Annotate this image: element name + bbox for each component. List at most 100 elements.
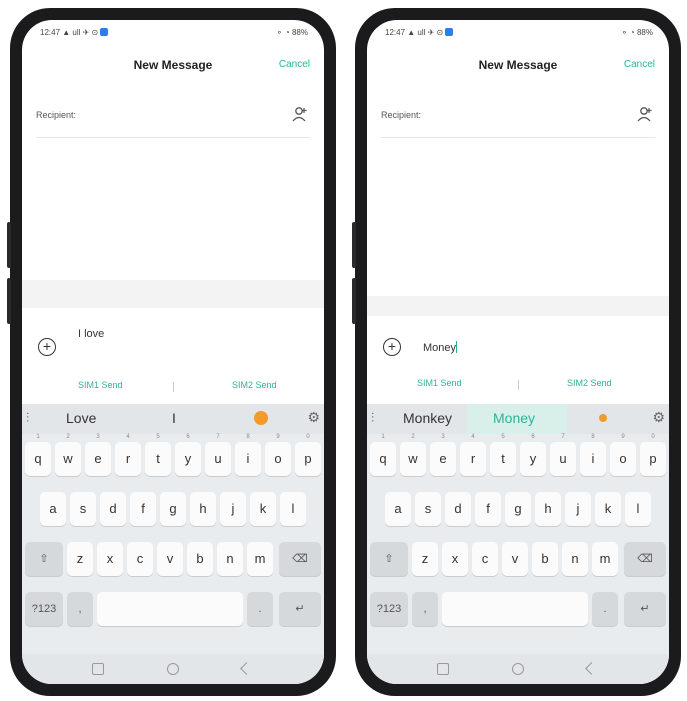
- comma-key[interactable]: ,: [67, 592, 93, 626]
- key[interactable]: 4r: [115, 434, 141, 476]
- key[interactable]: x: [97, 542, 123, 576]
- key[interactable]: 0p: [640, 434, 666, 476]
- contact-add-icon[interactable]: [637, 106, 653, 124]
- sim2-send-button[interactable]: SIM2 Send: [232, 380, 277, 390]
- key[interactable]: 2w: [400, 434, 426, 476]
- delete-key[interactable]: ⌫: [624, 542, 666, 576]
- volume-button: [352, 278, 356, 324]
- key[interactable]: z: [67, 542, 93, 576]
- key[interactable]: x: [442, 542, 468, 576]
- cancel-button[interactable]: Cancel: [279, 59, 310, 70]
- key[interactable]: 7u: [550, 434, 576, 476]
- space-key[interactable]: [97, 592, 243, 626]
- numbers-key[interactable]: ?123: [25, 592, 63, 626]
- back-icon[interactable]: [240, 662, 253, 675]
- shift-key[interactable]: ⇧: [25, 542, 63, 576]
- key[interactable]: 6y: [175, 434, 201, 476]
- key[interactable]: 8i: [580, 434, 606, 476]
- message-input[interactable]: Money: [423, 341, 458, 354]
- key[interactable]: b: [532, 542, 558, 576]
- key[interactable]: z: [412, 542, 438, 576]
- emoji-icon[interactable]: [599, 414, 607, 422]
- keyboard-handle-icon[interactable]: ⫶: [26, 410, 29, 426]
- key[interactable]: 1q: [370, 434, 396, 476]
- key[interactable]: 6y: [520, 434, 546, 476]
- key[interactable]: b: [187, 542, 213, 576]
- key[interactable]: v: [157, 542, 183, 576]
- recents-icon[interactable]: [437, 663, 449, 675]
- key[interactable]: 3e: [85, 434, 111, 476]
- key[interactable]: 5t: [490, 434, 516, 476]
- key[interactable]: d: [100, 492, 126, 526]
- key[interactable]: l: [625, 492, 651, 526]
- key[interactable]: 3e: [430, 434, 456, 476]
- suggestion-word[interactable]: I: [172, 410, 176, 426]
- key[interactable]: l: [280, 492, 306, 526]
- message-input[interactable]: I love: [78, 328, 104, 340]
- key[interactable]: h: [190, 492, 216, 526]
- period-key[interactable]: .: [247, 592, 273, 626]
- key[interactable]: c: [127, 542, 153, 576]
- emoji-icon[interactable]: [254, 411, 268, 425]
- settings-icon[interactable]: ⚙: [307, 409, 320, 426]
- key[interactable]: g: [160, 492, 186, 526]
- key[interactable]: h: [535, 492, 561, 526]
- key[interactable]: j: [565, 492, 591, 526]
- sim1-send-button[interactable]: SIM1 Send: [417, 378, 462, 388]
- key[interactable]: v: [502, 542, 528, 576]
- key[interactable]: 0p: [295, 434, 321, 476]
- key[interactable]: s: [415, 492, 441, 526]
- recipient-field[interactable]: Recipient:: [36, 106, 310, 138]
- key[interactable]: s: [70, 492, 96, 526]
- compose-bar: + Money: [367, 326, 669, 376]
- contact-add-icon[interactable]: [292, 106, 308, 124]
- attach-plus-icon[interactable]: +: [38, 338, 56, 356]
- enter-key[interactable]: ↵: [624, 592, 666, 626]
- suggestion-bar: ⫶ Love I ⚙: [22, 404, 324, 434]
- suggestion-word-highlighted[interactable]: Money: [493, 410, 535, 426]
- key[interactable]: m: [592, 542, 618, 576]
- key[interactable]: 8i: [235, 434, 261, 476]
- back-icon[interactable]: [585, 662, 598, 675]
- sim1-send-button[interactable]: SIM1 Send: [78, 380, 123, 390]
- key[interactable]: n: [562, 542, 588, 576]
- key[interactable]: 4r: [460, 434, 486, 476]
- key[interactable]: 1q: [25, 434, 51, 476]
- sim2-send-button[interactable]: SIM2 Send: [567, 378, 612, 388]
- key[interactable]: c: [472, 542, 498, 576]
- numbers-key[interactable]: ?123: [370, 592, 408, 626]
- space-key[interactable]: [442, 592, 588, 626]
- key[interactable]: 9o: [265, 434, 291, 476]
- key[interactable]: k: [250, 492, 276, 526]
- key[interactable]: 7u: [205, 434, 231, 476]
- enter-key[interactable]: ↵: [279, 592, 321, 626]
- key[interactable]: k: [595, 492, 621, 526]
- delete-key[interactable]: ⌫: [279, 542, 321, 576]
- key[interactable]: a: [40, 492, 66, 526]
- home-icon[interactable]: [167, 663, 179, 675]
- key[interactable]: j: [220, 492, 246, 526]
- key[interactable]: f: [130, 492, 156, 526]
- key[interactable]: 9o: [610, 434, 636, 476]
- settings-icon[interactable]: ⚙: [652, 409, 665, 426]
- suggestion-word[interactable]: Monkey: [403, 410, 452, 426]
- recents-icon[interactable]: [92, 663, 104, 675]
- shift-key[interactable]: ⇧: [370, 542, 408, 576]
- comma-key[interactable]: ,: [412, 592, 438, 626]
- keyboard-handle-icon[interactable]: ⫶: [371, 410, 374, 426]
- key[interactable]: d: [445, 492, 471, 526]
- recipient-field[interactable]: Recipient:: [381, 106, 655, 138]
- key[interactable]: 5t: [145, 434, 171, 476]
- home-icon[interactable]: [512, 663, 524, 675]
- suggestion-word[interactable]: Love: [66, 410, 96, 426]
- attach-plus-icon[interactable]: +: [383, 338, 401, 356]
- volume-button: [7, 222, 11, 268]
- key[interactable]: f: [475, 492, 501, 526]
- key[interactable]: m: [247, 542, 273, 576]
- key[interactable]: 2w: [55, 434, 81, 476]
- key[interactable]: g: [505, 492, 531, 526]
- key[interactable]: n: [217, 542, 243, 576]
- cancel-button[interactable]: Cancel: [624, 59, 655, 70]
- period-key[interactable]: .: [592, 592, 618, 626]
- key[interactable]: a: [385, 492, 411, 526]
